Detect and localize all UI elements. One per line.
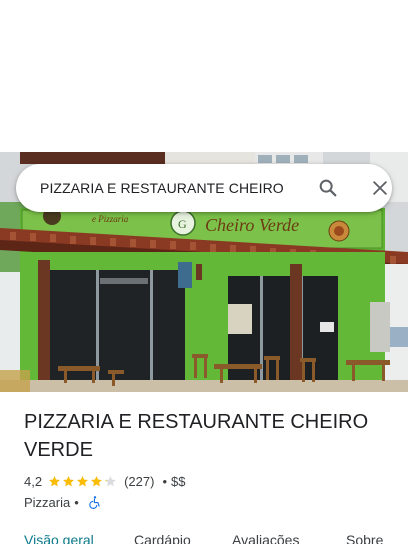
star-icon (91, 475, 102, 486)
close-button[interactable] (368, 176, 392, 200)
place-title: PIZZARIA E RESTAURANTE CHEIRO VERDE (24, 411, 369, 461)
star-icon (49, 475, 60, 486)
price-level: $$ (171, 473, 186, 489)
search-button[interactable] (316, 176, 340, 200)
search-icon (319, 179, 337, 197)
search-input[interactable]: PIZZARIA E RESTAURANTE CHEIRO VERDE (40, 180, 288, 196)
svg-text:G: G (178, 217, 187, 231)
sign-text: Cheiro Verde (205, 215, 299, 235)
separator-dot: • (162, 473, 167, 489)
separator-dot: • (74, 494, 79, 510)
star-rating (48, 475, 118, 488)
star-icon (77, 475, 88, 486)
tab-cardapio[interactable]: Cardápio (134, 532, 191, 544)
category-label[interactable]: Pizzaria (24, 495, 70, 510)
rating-value: 4,2 (24, 473, 43, 489)
search-bar[interactable]: PIZZARIA E RESTAURANTE CHEIRO VERDE (16, 164, 392, 212)
wheelchair-icon (89, 496, 100, 509)
category-row: Pizzaria • (24, 492, 102, 512)
sign-subtext: e Pizzaria (92, 214, 129, 224)
tab-avaliacoes[interactable]: Avaliações (232, 532, 299, 544)
star-icon (105, 475, 116, 486)
review-count[interactable]: (227) (124, 474, 154, 489)
tab-visao-geral[interactable]: Visão geral (24, 532, 94, 544)
rating-row[interactable]: 4,2 (227) • $$ (24, 471, 185, 491)
tab-sobre[interactable]: Sobre (346, 532, 383, 544)
star-icon (63, 475, 74, 486)
place-tabs: Visão geral Cardápio Avaliações Sobre (0, 528, 408, 544)
close-icon (373, 181, 387, 195)
map-area-blank (0, 0, 408, 152)
